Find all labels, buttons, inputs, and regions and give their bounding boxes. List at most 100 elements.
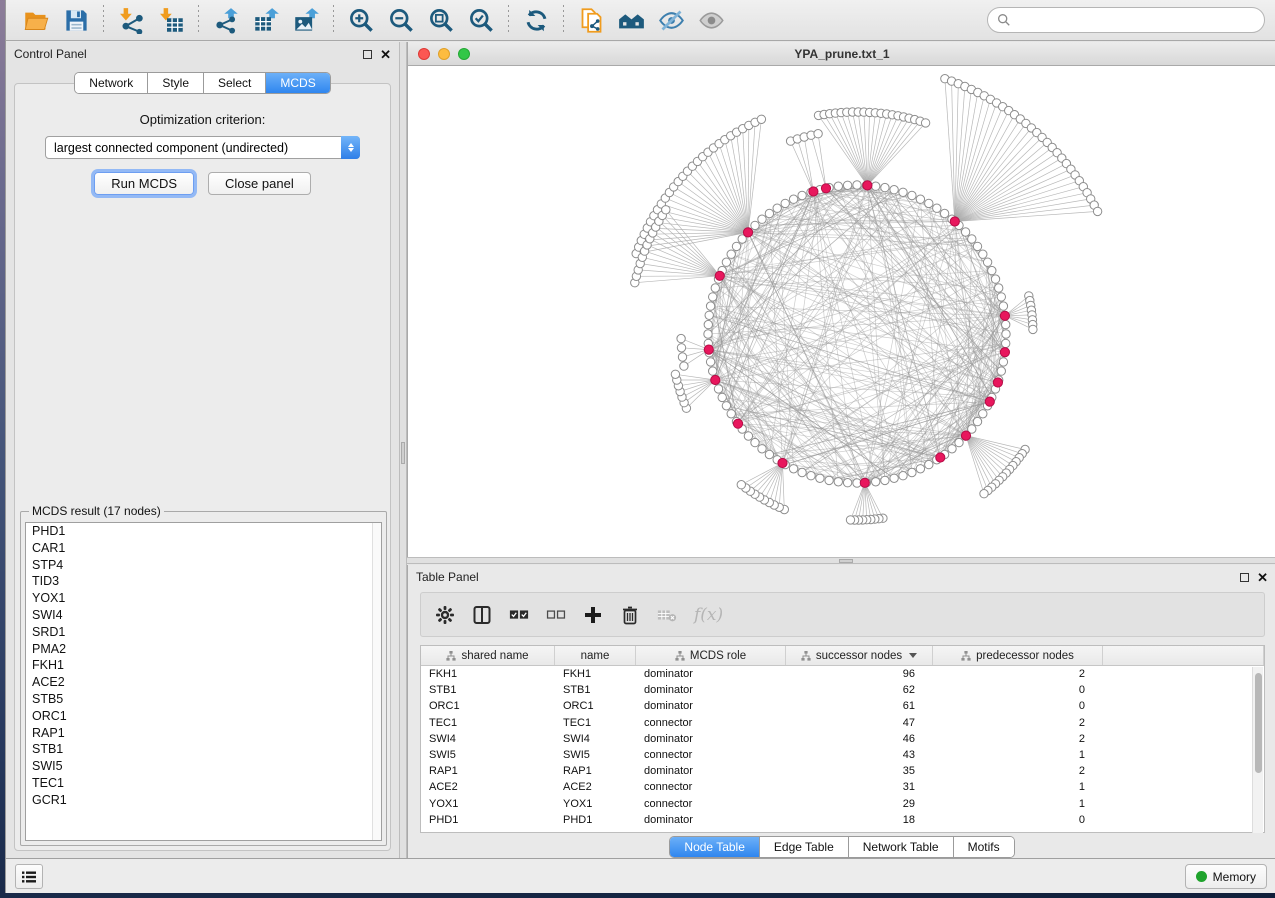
graph-node[interactable]	[1002, 339, 1010, 347]
import-table-button[interactable]	[151, 3, 191, 37]
table-row[interactable]: SWI4SWI4dominator462	[421, 731, 1264, 747]
network-file-button[interactable]	[571, 3, 611, 37]
horizontal-splitter[interactable]	[407, 557, 1275, 564]
cell-MCDS-role[interactable]: dominator	[636, 731, 786, 747]
maximize-window-icon[interactable]	[458, 48, 470, 60]
graph-node[interactable]	[709, 367, 717, 375]
graph-mcds-node[interactable]	[733, 419, 742, 428]
cell-name[interactable]: ACE2	[555, 779, 636, 795]
cell-successor-nodes[interactable]: 61	[786, 698, 933, 714]
graph-node[interactable]	[727, 250, 735, 258]
graph-mcds-node[interactable]	[985, 397, 994, 406]
graph-node[interactable]	[988, 266, 996, 274]
cell-predecessor-nodes[interactable]: 1	[933, 796, 1103, 812]
cell-shared-name[interactable]: ACE2	[421, 779, 555, 795]
cell-successor-nodes[interactable]: 35	[786, 763, 933, 779]
cell-shared-name[interactable]: PHD1	[421, 812, 555, 828]
graph-node[interactable]	[722, 258, 730, 266]
graph-node[interactable]	[843, 479, 851, 487]
mcds-result-item[interactable]: TID3	[26, 573, 381, 590]
graph-leaf-node[interactable]	[921, 119, 929, 127]
mcds-result-item[interactable]: ORC1	[26, 708, 381, 725]
graph-node[interactable]	[973, 417, 981, 425]
tab-style[interactable]: Style	[148, 73, 204, 93]
graph-mcds-node[interactable]	[860, 478, 869, 487]
graph-node[interactable]	[758, 215, 766, 223]
select-all-button[interactable]	[509, 605, 529, 625]
table-scrollbar[interactable]	[1252, 667, 1263, 833]
mcds-result-item[interactable]: PMA2	[26, 641, 381, 658]
column-header-predecessor-nodes[interactable]: predecessor nodes	[933, 646, 1103, 665]
cell-name[interactable]: YOX1	[555, 796, 636, 812]
graph-mcds-node[interactable]	[863, 181, 872, 190]
graph-node[interactable]	[908, 191, 916, 199]
graph-node[interactable]	[711, 284, 719, 292]
graph-node[interactable]	[961, 228, 969, 236]
close-window-icon[interactable]	[418, 48, 430, 60]
graph-node[interactable]	[940, 209, 948, 217]
cell-name[interactable]: TEC1	[555, 715, 636, 731]
cell-successor-nodes[interactable]: 62	[786, 682, 933, 698]
table-row[interactable]: PHD1PHD1dominator180	[421, 812, 1264, 828]
graph-node[interactable]	[933, 204, 941, 212]
graph-node[interactable]	[816, 474, 824, 482]
splitter-handle-icon[interactable]	[839, 559, 853, 563]
graph-node[interactable]	[789, 465, 797, 473]
cell-predecessor-nodes[interactable]: 2	[933, 666, 1103, 682]
graph-node[interactable]	[709, 293, 717, 301]
cell-shared-name[interactable]: SWI4	[421, 731, 555, 747]
cell-MCDS-role[interactable]: connector	[636, 715, 786, 731]
cell-shared-name[interactable]: STB1	[421, 682, 555, 698]
graph-node[interactable]	[925, 199, 933, 207]
first-neighbors-button[interactable]	[611, 3, 651, 37]
graph-node[interactable]	[968, 235, 976, 243]
mcds-result-item[interactable]: CAR1	[26, 540, 381, 557]
graph-node[interactable]	[705, 311, 713, 319]
graph-node[interactable]	[758, 445, 766, 453]
tab-mcds[interactable]: MCDS	[266, 73, 329, 93]
cell-MCDS-role[interactable]: connector	[636, 747, 786, 763]
column-header-MCDS-role[interactable]: MCDS role	[636, 646, 786, 665]
graph-node[interactable]	[843, 181, 851, 189]
graph-node[interactable]	[714, 385, 722, 393]
cell-name[interactable]: RAP1	[555, 763, 636, 779]
graph-node[interactable]	[899, 472, 907, 480]
graph-node[interactable]	[765, 450, 773, 458]
table-row[interactable]: ORC1ORC1dominator610	[421, 698, 1264, 714]
graph-node[interactable]	[890, 186, 898, 194]
graph-leaf-node[interactable]	[671, 370, 679, 378]
graph-node[interactable]	[916, 465, 924, 473]
table-row[interactable]: FKH1FKH1dominator962	[421, 666, 1264, 682]
cell-predecessor-nodes[interactable]: 2	[933, 763, 1103, 779]
zoom-in-button[interactable]	[341, 3, 381, 37]
graph-mcds-node[interactable]	[711, 375, 720, 384]
cell-predecessor-nodes[interactable]: 2	[933, 715, 1103, 731]
cell-shared-name[interactable]: TEC1	[421, 715, 555, 731]
delete-column-button[interactable]	[620, 605, 640, 625]
graph-node[interactable]	[948, 445, 956, 453]
cell-shared-name[interactable]: SWI5	[421, 747, 555, 763]
graph-node[interactable]	[751, 221, 759, 229]
graph-node[interactable]	[765, 209, 773, 217]
cell-MCDS-role[interactable]: connector	[636, 779, 786, 795]
table-row[interactable]: STB1STB1dominator620	[421, 682, 1264, 698]
mcds-result-item[interactable]: STB5	[26, 691, 381, 708]
graph-node[interactable]	[853, 181, 861, 189]
cell-name[interactable]: FKH1	[555, 666, 636, 682]
graph-mcds-node[interactable]	[993, 378, 1002, 387]
graph-node[interactable]	[798, 191, 806, 199]
graph-node[interactable]	[973, 242, 981, 250]
table-row[interactable]: TEC1TEC1connector472	[421, 715, 1264, 731]
graph-mcds-node[interactable]	[1000, 311, 1009, 320]
graph-node[interactable]	[1002, 330, 1010, 338]
graph-node[interactable]	[997, 367, 1005, 375]
graph-node[interactable]	[773, 204, 781, 212]
graph-mcds-node[interactable]	[936, 453, 945, 462]
graph-node[interactable]	[890, 474, 898, 482]
cell-name[interactable]: PHD1	[555, 812, 636, 828]
add-column-button[interactable]	[583, 605, 603, 625]
list-scrollbar[interactable]	[372, 523, 381, 840]
show-all-button[interactable]	[691, 3, 731, 37]
graph-node[interactable]	[825, 476, 833, 484]
refresh-button[interactable]	[516, 3, 556, 37]
